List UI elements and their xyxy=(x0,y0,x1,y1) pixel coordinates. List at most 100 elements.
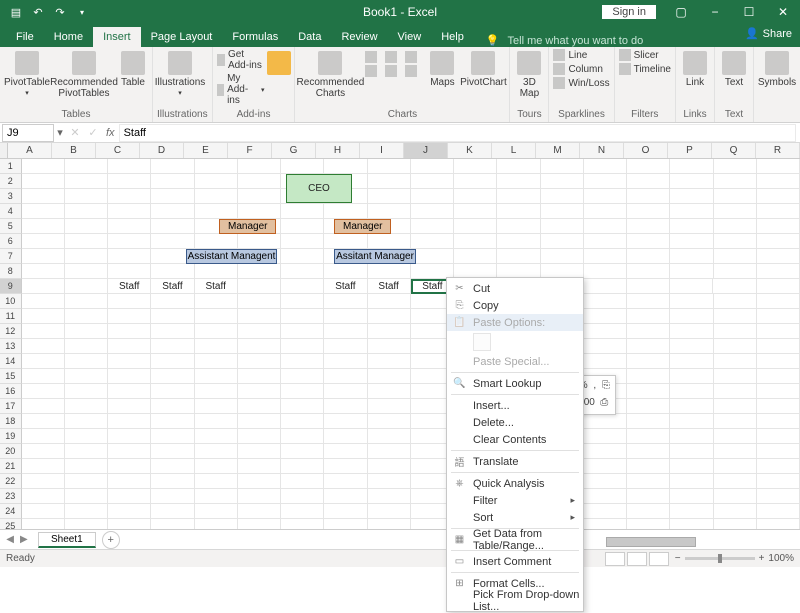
slicer-button[interactable]: Slicer xyxy=(619,49,671,61)
cell-B10[interactable] xyxy=(65,294,108,309)
cell-I2[interactable] xyxy=(368,174,411,189)
cell-B1[interactable] xyxy=(65,159,108,174)
cell-E14[interactable] xyxy=(195,354,238,369)
cell-Q5[interactable] xyxy=(714,219,757,234)
cell-G11[interactable] xyxy=(281,309,324,324)
cell-I17[interactable] xyxy=(368,399,411,414)
share-button[interactable]: 👤Share xyxy=(745,27,792,40)
cell-B4[interactable] xyxy=(65,204,108,219)
cell-C12[interactable] xyxy=(108,324,151,339)
row-head-11[interactable]: 11 xyxy=(0,309,22,324)
cell-R24[interactable] xyxy=(757,504,800,519)
cell-F8[interactable] xyxy=(238,264,281,279)
cell-I13[interactable] xyxy=(368,339,411,354)
cell-J5[interactable] xyxy=(411,219,454,234)
cell-G9[interactable] xyxy=(281,279,324,294)
cell-D2[interactable] xyxy=(151,174,194,189)
cell-D25[interactable] xyxy=(151,519,194,529)
text-button[interactable]: Text xyxy=(719,49,749,88)
cell-G24[interactable] xyxy=(281,504,324,519)
ctx-insert-comment[interactable]: ▭Insert Comment xyxy=(447,553,583,570)
comma-icon[interactable]: , xyxy=(591,378,599,393)
cell-Q17[interactable] xyxy=(714,399,757,414)
row-head-17[interactable]: 17 xyxy=(0,399,22,414)
cell-A3[interactable] xyxy=(22,189,65,204)
cell-C16[interactable] xyxy=(108,384,151,399)
cell-N5[interactable] xyxy=(584,219,627,234)
cell-C15[interactable] xyxy=(108,369,151,384)
cell-A22[interactable] xyxy=(22,474,65,489)
cell-F3[interactable] xyxy=(238,189,281,204)
cell-D22[interactable] xyxy=(151,474,194,489)
table-button[interactable]: Table xyxy=(118,49,148,88)
col-head-F[interactable]: F xyxy=(228,143,272,158)
cell-N22[interactable] xyxy=(584,474,627,489)
row-head-9[interactable]: 9 xyxy=(0,279,22,294)
cell-R15[interactable] xyxy=(757,369,800,384)
cell-K5[interactable] xyxy=(454,219,497,234)
cell-O25[interactable] xyxy=(627,519,670,529)
maximize-icon[interactable]: ☐ xyxy=(732,0,766,24)
cell-G12[interactable] xyxy=(281,324,324,339)
cell-G5[interactable] xyxy=(281,219,324,234)
cell-G17[interactable] xyxy=(281,399,324,414)
cell-G7[interactable] xyxy=(281,249,324,264)
cell-B7[interactable] xyxy=(65,249,108,264)
cell-Q2[interactable] xyxy=(714,174,757,189)
cell-C5[interactable] xyxy=(108,219,151,234)
cell-O11[interactable] xyxy=(627,309,670,324)
cell-P19[interactable] xyxy=(670,429,713,444)
tab-help[interactable]: Help xyxy=(431,27,474,47)
cell-D24[interactable] xyxy=(151,504,194,519)
cell-C10[interactable] xyxy=(108,294,151,309)
cell-B21[interactable] xyxy=(65,459,108,474)
cell-E20[interactable] xyxy=(195,444,238,459)
row-head-23[interactable]: 23 xyxy=(0,489,22,504)
cell-N14[interactable] xyxy=(584,354,627,369)
cell-Q23[interactable] xyxy=(714,489,757,504)
cell-M5[interactable] xyxy=(541,219,584,234)
cell-C23[interactable] xyxy=(108,489,151,504)
cell-E8[interactable] xyxy=(195,264,238,279)
cell-H8[interactable] xyxy=(324,264,367,279)
cell-F11[interactable] xyxy=(238,309,281,324)
cell-J7[interactable] xyxy=(411,249,454,264)
cell-Q4[interactable] xyxy=(714,204,757,219)
rec-charts-button[interactable]: Recommended Charts xyxy=(299,49,361,99)
cell-K3[interactable] xyxy=(454,189,497,204)
col-head-M[interactable]: M xyxy=(536,143,580,158)
cell-ceo[interactable]: CEO xyxy=(286,174,352,203)
cell-C4[interactable] xyxy=(108,204,151,219)
cell-I6[interactable] xyxy=(368,234,411,249)
col-head-P[interactable]: P xyxy=(668,143,712,158)
cell-B16[interactable] xyxy=(65,384,108,399)
cell-A23[interactable] xyxy=(22,489,65,504)
cell-M3[interactable] xyxy=(541,189,584,204)
area-chart-icon[interactable] xyxy=(385,65,397,77)
cell-D18[interactable] xyxy=(151,414,194,429)
cell-Q22[interactable] xyxy=(714,474,757,489)
ctx-cut[interactable]: ✂Cut xyxy=(447,280,583,297)
ctx-sort[interactable]: Sort xyxy=(447,509,583,526)
cell-C20[interactable] xyxy=(108,444,151,459)
normal-view-icon[interactable] xyxy=(605,552,625,566)
cell-I24[interactable] xyxy=(368,504,411,519)
cell-J1[interactable] xyxy=(411,159,454,174)
cell-E12[interactable] xyxy=(195,324,238,339)
cell-N10[interactable] xyxy=(584,294,627,309)
cell-A15[interactable] xyxy=(22,369,65,384)
line-chart-icon[interactable] xyxy=(385,51,397,63)
cell-D23[interactable] xyxy=(151,489,194,504)
cell-I22[interactable] xyxy=(368,474,411,489)
cell-R21[interactable] xyxy=(757,459,800,474)
cell-N1[interactable] xyxy=(584,159,627,174)
cell-Q8[interactable] xyxy=(714,264,757,279)
cell-P24[interactable] xyxy=(670,504,713,519)
cell-B15[interactable] xyxy=(65,369,108,384)
sparkline-col-button[interactable]: Column xyxy=(553,63,609,75)
cell-E22[interactable] xyxy=(195,474,238,489)
cell-Q24[interactable] xyxy=(714,504,757,519)
cell-R4[interactable] xyxy=(757,204,800,219)
cell-manager-2[interactable]: Manager xyxy=(334,219,391,234)
tab-formulas[interactable]: Formulas xyxy=(222,27,288,47)
